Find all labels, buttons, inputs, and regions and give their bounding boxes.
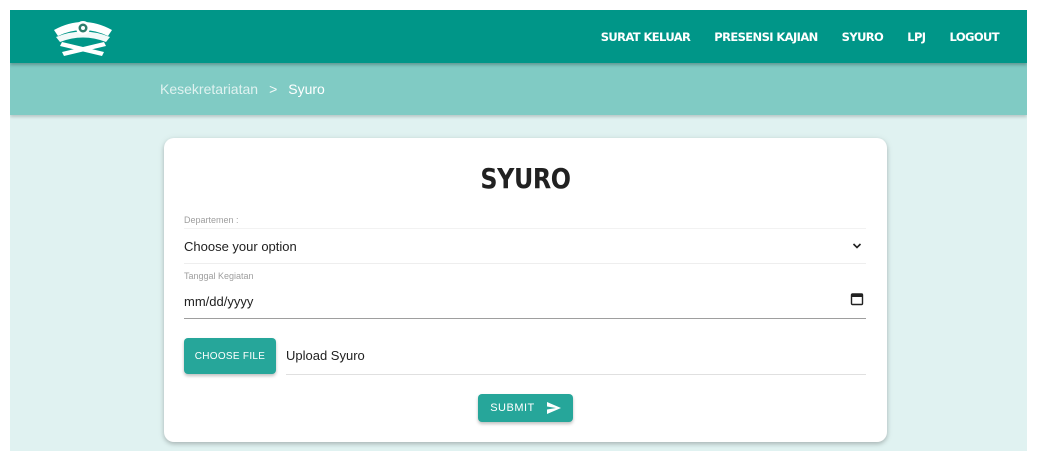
departemen-select-value: Choose your option — [184, 239, 297, 254]
nav-menu: SURAT KELUAR PRESENSI KAJIAN SYURO LPJ L… — [577, 10, 1000, 63]
tanggal-kegiatan-input[interactable]: mm/dd/yyyy — [184, 288, 866, 319]
top-navbar: SURAT KELUAR PRESENSI KAJIAN SYURO LPJ L… — [10, 10, 1027, 63]
choose-file-button[interactable]: CHOOSE FILE — [184, 338, 276, 374]
departemen-select[interactable]: Choose your option — [184, 228, 866, 264]
send-icon — [546, 402, 561, 414]
app-frame: SURAT KELUAR PRESENSI KAJIAN SYURO LPJ L… — [10, 10, 1027, 451]
quran-stand-logo-icon[interactable] — [48, 12, 118, 60]
nav-lpj[interactable]: LPJ — [907, 30, 926, 44]
breadcrumb-bar: Kesekretariatan > Syuro — [10, 63, 1027, 115]
breadcrumb-current: Syuro — [288, 81, 325, 97]
file-path-input[interactable]: Upload Syuro — [286, 348, 866, 375]
nav-syuro[interactable]: SYURO — [842, 30, 884, 44]
submit-label: SUBMIT — [490, 402, 535, 414]
breadcrumb-separator-icon: > — [269, 81, 278, 97]
nav-logout[interactable]: LOGOUT — [950, 30, 1000, 44]
chevron-down-icon — [852, 243, 862, 249]
breadcrumb: Kesekretariatan > Syuro — [160, 63, 325, 115]
departemen-label: Departemen : — [184, 215, 239, 225]
nav-surat-keluar[interactable]: SURAT KELUAR — [601, 30, 691, 44]
breadcrumb-kesekretariatan[interactable]: Kesekretariatan — [160, 81, 258, 97]
tanggal-kegiatan-label: Tanggal Kegiatan — [184, 271, 254, 281]
calendar-icon[interactable] — [850, 292, 864, 306]
submit-button[interactable]: SUBMIT — [478, 394, 573, 422]
file-path-placeholder: Upload Syuro — [286, 348, 365, 363]
syuro-form-card: SYURO Departemen : Choose your option Ta… — [164, 138, 887, 442]
nav-presensi-kajian[interactable]: PRESENSI KAJIAN — [714, 30, 818, 44]
date-placeholder: mm/dd/yyyy — [184, 294, 254, 309]
form-title: SYURO — [480, 162, 571, 195]
